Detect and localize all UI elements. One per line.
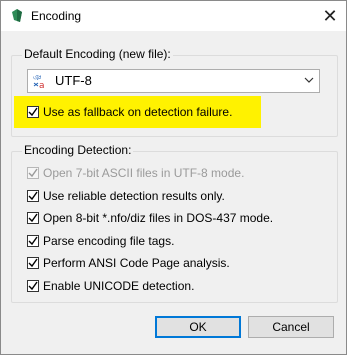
option-reliable-label: Use reliable detection results only. [43, 189, 225, 203]
option-ansi-row[interactable]: Perform ANSI Code Page analysis. [27, 254, 230, 272]
encoding-detection-legend: Encoding Detection: [22, 143, 134, 157]
option-ascii-utf8-checkbox [27, 167, 39, 179]
default-encoding-legend: Default Encoding (new file): [22, 47, 173, 61]
option-parse-tags-label: Parse encoding file tags. [43, 234, 175, 248]
close-button[interactable]: ✕ [314, 1, 346, 31]
option-ansi-label: Perform ANSI Code Page analysis. [43, 256, 230, 270]
chevron-down-icon [304, 77, 314, 83]
default-encoding-select[interactable]: ঞ a UTF-8 [27, 69, 320, 93]
option-nfo-checkbox[interactable] [27, 212, 39, 224]
option-nfo-label: Open 8-bit *.nfo/diz files in DOS-437 mo… [43, 211, 274, 225]
option-reliable-row[interactable]: Use reliable detection results only. [27, 187, 225, 205]
option-ascii-utf8-row: Open 7-bit ASCII files in UTF-8 mode. [27, 164, 244, 182]
cancel-button[interactable]: Cancel [248, 316, 334, 338]
option-ascii-utf8-label: Open 7-bit ASCII files in UTF-8 mode. [43, 166, 245, 180]
fallback-checkbox-row[interactable]: Use as fallback on detection failure. [27, 103, 232, 121]
option-reliable-checkbox[interactable] [27, 190, 39, 202]
encoding-icon: ঞ a [33, 73, 45, 90]
option-unicode-row[interactable]: Enable UNICODE detection. [27, 277, 194, 295]
option-nfo-row[interactable]: Open 8-bit *.nfo/diz files in DOS-437 mo… [27, 209, 273, 227]
option-unicode-label: Enable UNICODE detection. [43, 279, 195, 293]
close-icon: ✕ [322, 5, 338, 26]
option-parse-tags-checkbox[interactable] [27, 235, 39, 247]
svg-text:a: a [39, 81, 45, 90]
option-parse-tags-row[interactable]: Parse encoding file tags. [27, 232, 174, 250]
encoding-dialog: Encoding ✕ Default Encoding (new file): … [0, 0, 347, 355]
ok-button[interactable]: OK [155, 316, 241, 338]
option-unicode-checkbox[interactable] [27, 280, 39, 292]
window-title: Encoding [31, 9, 82, 23]
fallback-label: Use as fallback on detection failure. [43, 105, 233, 119]
app-icon [12, 9, 22, 22]
title-bar: Encoding ✕ [1, 1, 346, 31]
fallback-checkbox[interactable] [27, 106, 39, 118]
option-ansi-checkbox[interactable] [27, 257, 39, 269]
default-encoding-value: UTF-8 [55, 73, 92, 88]
